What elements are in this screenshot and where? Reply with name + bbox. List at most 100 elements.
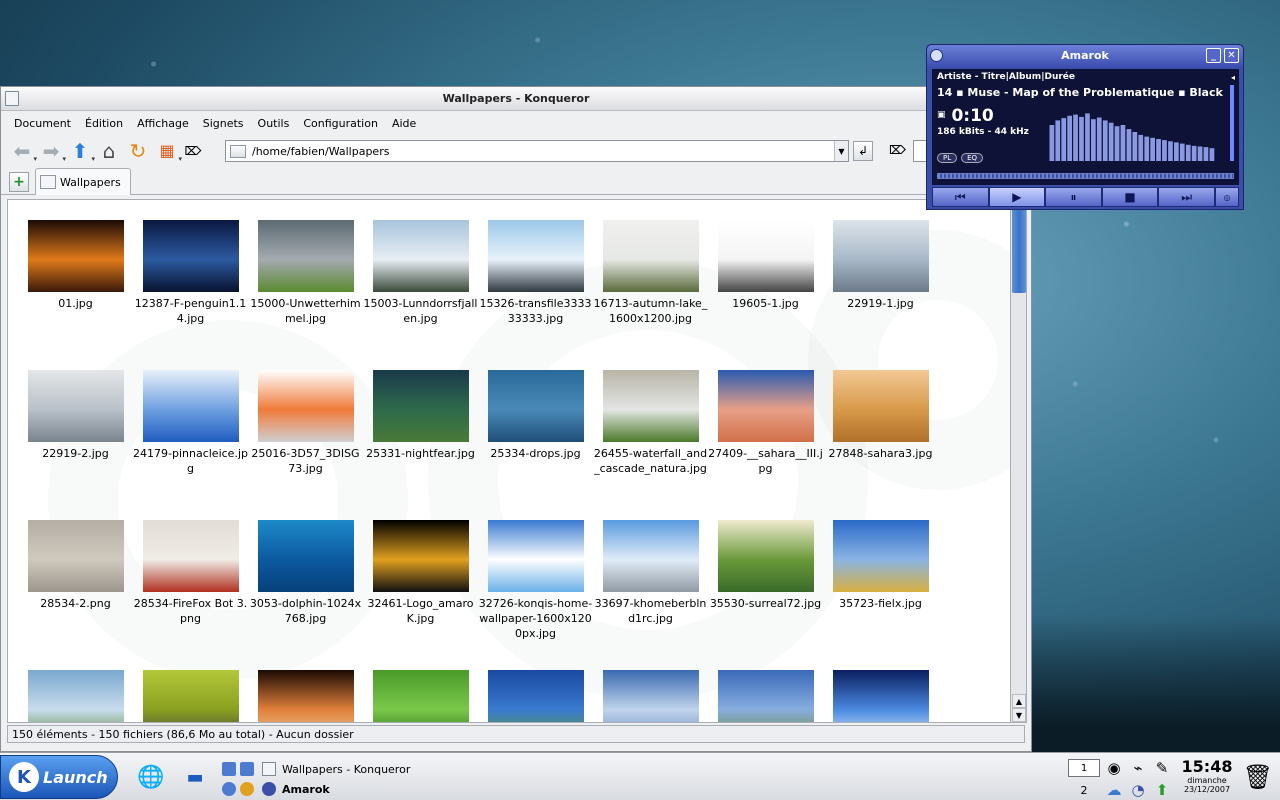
file-item[interactable]: 35530-surreal72.jpg — [708, 520, 823, 611]
file-item[interactable] — [133, 670, 248, 722]
location-input[interactable] — [252, 144, 834, 158]
file-thumbnail — [372, 220, 469, 292]
clear-search-icon[interactable]: ⌦ — [889, 143, 906, 157]
analyzer-bar — [1114, 126, 1120, 161]
play-button[interactable]: ▶ — [988, 187, 1046, 207]
file-item[interactable]: 33697-khomeberblnd1rc.jpg — [593, 520, 708, 626]
file-item[interactable]: 22919-1.jpg — [823, 220, 938, 311]
file-item[interactable]: 22919-2.jpg — [18, 370, 133, 461]
update-icon[interactable]: ⬆ — [1152, 781, 1172, 799]
file-item[interactable] — [18, 670, 133, 722]
amarok-tray-icon[interactable]: ◔ — [1128, 781, 1148, 799]
desktop-pager-2[interactable]: 2 — [1068, 781, 1100, 799]
file-item[interactable]: 15003-Lunndorrsfjallen.jpg — [363, 220, 478, 326]
menu-signets[interactable]: Signets — [196, 117, 251, 130]
web-browser-icon[interactable]: 🌐 — [136, 763, 166, 791]
file-item[interactable]: 15000-Unwetterhimmel.jpg — [248, 220, 363, 326]
playlist-button[interactable]: PL — [937, 153, 958, 163]
amarok-task-icon — [262, 782, 276, 796]
elapsed-time[interactable]: ▣ 0:10 — [937, 106, 994, 126]
go-button[interactable]: ↲ — [853, 141, 873, 161]
file-item[interactable]: 19605-1.jpg — [708, 220, 823, 311]
tools-icon[interactable]: ✎ — [1152, 759, 1172, 777]
file-item[interactable] — [708, 670, 823, 722]
scrollbar-track[interactable]: ▲ ▼ — [1011, 199, 1027, 723]
scroll-down-arrow[interactable]: ▼ — [1012, 708, 1026, 722]
analyzer-toggle-icon[interactable]: ◎ — [1214, 187, 1239, 207]
location-dropdown[interactable]: ▼ — [834, 141, 848, 161]
usb-icon[interactable]: ⌁ — [1128, 759, 1148, 777]
file-item[interactable]: 25016-3D57_3DISG73.jpg — [248, 370, 363, 476]
file-item[interactable]: 27848-sahara3.jpg — [823, 370, 938, 461]
file-item[interactable]: 15326-transfile333333333.jpg — [478, 220, 593, 326]
task-amarok[interactable]: Amarok — [222, 779, 330, 799]
desktop-icon[interactable]: ▬ — [180, 763, 210, 791]
file-item[interactable] — [363, 670, 478, 722]
file-item[interactable]: 35723-fielx.jpg — [823, 520, 938, 611]
file-item[interactable]: 32726-konqis-home-wallpaper-1600x1200px.… — [478, 520, 593, 641]
konqueror-globe-icon — [222, 782, 236, 796]
file-item[interactable]: 3053-dolphin-1024x768.jpg — [248, 520, 363, 626]
bitrate: 186 kBits - 44 kHz — [937, 127, 1029, 137]
file-item[interactable]: 26455-waterfall_and_cascade_natura.jpg — [593, 370, 708, 476]
analyzer-bar — [1191, 145, 1197, 161]
menu-edition[interactable]: Édition — [78, 117, 130, 130]
clock[interactable]: 15:48 dimanche 23/12/2007 — [1178, 757, 1236, 794]
file-item[interactable] — [248, 670, 363, 722]
amarok-titlebar[interactable]: Amarok _ ✕ — [927, 45, 1243, 67]
window-titlebar[interactable]: Wallpapers - Konqueror — [1, 87, 1031, 111]
back-button[interactable]: ⬅ ▾ — [9, 138, 37, 164]
clear-location-icon[interactable]: ⌦ — [183, 141, 203, 161]
minimize-button[interactable]: _ — [1206, 48, 1221, 63]
home-button[interactable]: ⌂ — [96, 138, 122, 164]
kde-launch-button[interactable]: K Launch — [0, 755, 118, 799]
volume-slider[interactable] — [1230, 85, 1234, 161]
konqueror-icon — [262, 762, 276, 776]
file-name: 25016-3D57_3DISG73.jpg — [251, 447, 360, 475]
stop-button[interactable]: ■ — [1101, 187, 1159, 207]
amarok-icon[interactable] — [930, 49, 943, 62]
menu-aide[interactable]: Aide — [385, 117, 423, 130]
equalizer-button[interactable]: EQ — [961, 153, 984, 163]
seek-bar[interactable] — [937, 173, 1234, 179]
weather-icon[interactable]: ☁ — [1104, 781, 1124, 799]
clock-date: 23/12/2007 — [1183, 785, 1231, 794]
file-item[interactable] — [593, 670, 708, 722]
file-item[interactable] — [478, 670, 593, 722]
reload-button[interactable]: ↻ — [125, 138, 151, 164]
pause-button[interactable]: ⏸ — [1045, 187, 1102, 207]
trash-icon[interactable]: 🗑 — [1243, 761, 1273, 793]
new-tab-button[interactable]: + — [9, 172, 29, 192]
next-button[interactable]: ⏭ — [1158, 187, 1215, 207]
scroll-up-arrow[interactable]: ▲ — [1012, 694, 1026, 708]
desktop-pager-1[interactable]: 1 — [1068, 759, 1100, 777]
up-button[interactable]: ⬆ ▾ — [67, 138, 95, 164]
menu-affichage[interactable]: Affichage — [130, 117, 196, 130]
scrollbar-thumb[interactable] — [1012, 201, 1026, 293]
file-item[interactable]: 16713-autumn-lake_1600x1200.jpg — [593, 220, 708, 326]
file-item[interactable]: 24179-pinnacleice.jpg — [133, 370, 248, 476]
close-button[interactable]: ✕ — [1224, 48, 1239, 63]
forward-button[interactable]: ➡ ▾ — [38, 138, 66, 164]
file-item[interactable]: 01.jpg — [18, 220, 133, 311]
file-icon-view[interactable]: 01.jpg 12387-F-penguin1.14.jpg 15000-Unwet… — [7, 199, 1011, 723]
file-item[interactable]: 12387-F-penguin1.14.jpg — [133, 220, 248, 326]
vertical-scrollbar[interactable]: ▲ ▼ — [1011, 199, 1027, 800]
menu-configuration[interactable]: Configuration — [296, 117, 385, 130]
eye-icon[interactable]: ◉ — [1104, 759, 1124, 777]
file-item[interactable]: 28534-FireFox Bot 3.png — [133, 520, 248, 626]
file-thumbnail — [717, 670, 814, 722]
task-konqueror[interactable]: Wallpapers - Konqueror — [222, 759, 410, 779]
menu-outils[interactable]: Outils — [251, 117, 297, 130]
file-item[interactable]: 25331-nightfear.jpg — [363, 370, 478, 461]
location-bar[interactable]: ▼ — [225, 140, 849, 162]
menu-document[interactable]: Document — [7, 117, 78, 130]
file-item[interactable]: 27409-__sahara__III.jpg — [708, 370, 823, 476]
file-item[interactable]: 28534-2.png — [18, 520, 133, 611]
file-item[interactable]: 25334-drops.jpg — [478, 370, 593, 461]
tab-wallpapers[interactable]: Wallpapers — [35, 168, 131, 195]
view-mode-button[interactable]: ▦ ▾ — [154, 138, 182, 164]
file-item[interactable]: 32461-Logo_amaroK.jpg — [363, 520, 478, 626]
previous-button[interactable]: ⏮ — [932, 187, 989, 207]
file-item[interactable] — [823, 670, 938, 722]
